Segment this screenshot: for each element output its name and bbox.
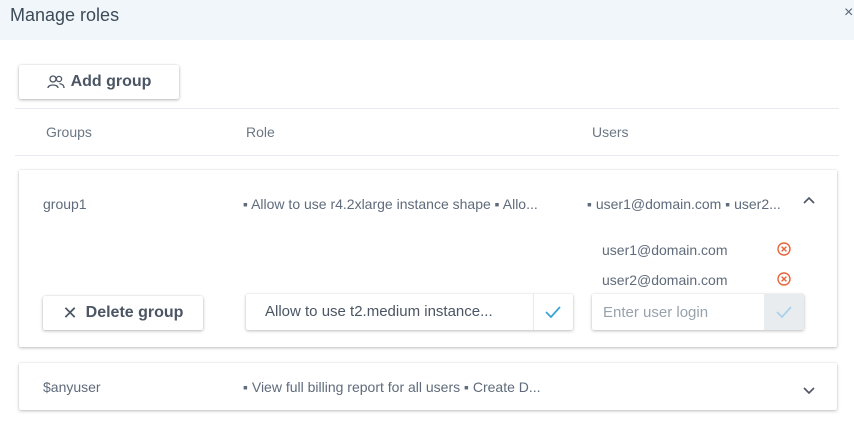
delete-group-button[interactable]: ✕ Delete group xyxy=(43,296,203,330)
add-group-label: Add group xyxy=(70,73,152,90)
close-icon: ✕ xyxy=(62,302,78,323)
check-icon xyxy=(776,306,792,318)
user-login-field xyxy=(592,294,804,330)
role-select[interactable]: Allow to use t2.medium instance... xyxy=(246,294,573,330)
user-email: user2@domain.com xyxy=(602,272,728,288)
remove-user-icon[interactable] xyxy=(777,272,791,286)
confirm-role-button[interactable] xyxy=(533,294,573,330)
user-login-input[interactable] xyxy=(592,294,764,330)
chevron-up-icon[interactable] xyxy=(801,192,817,208)
close-icon[interactable]: × xyxy=(844,4,853,22)
role-select-value[interactable]: Allow to use t2.medium instance... xyxy=(265,303,515,320)
group-card-group1: group1 ▪ Allow to use r4.2xlarge instanc… xyxy=(19,170,837,347)
group-name[interactable]: group1 xyxy=(43,196,87,212)
dialog-title: Manage roles xyxy=(10,5,120,25)
column-header-users: Users xyxy=(592,124,629,140)
add-group-button[interactable]: Add group xyxy=(19,65,179,99)
dialog-header: Manage roles × xyxy=(0,0,854,40)
divider xyxy=(15,155,839,156)
chevron-down-icon[interactable] xyxy=(801,383,817,399)
users-icon xyxy=(46,75,65,89)
group-roles-summary: ▪ Allow to use r4.2xlarge instance shape… xyxy=(243,196,538,212)
group-roles-summary: ▪ View full billing report for all users… xyxy=(243,379,541,395)
column-header-groups: Groups xyxy=(46,124,92,140)
user-email: user1@domain.com xyxy=(602,242,728,258)
column-header-role: Role xyxy=(246,124,275,140)
remove-user-icon[interactable] xyxy=(777,242,791,256)
add-user-button[interactable] xyxy=(764,294,804,330)
group-card-anyuser[interactable]: $anyuser ▪ View full billing report for … xyxy=(19,363,837,410)
group-name[interactable]: $anyuser xyxy=(43,379,101,395)
divider xyxy=(15,108,839,109)
check-icon xyxy=(545,306,561,318)
group-users-summary: ▪ user1@domain.com ▪ user2... xyxy=(587,196,781,212)
delete-group-label: Delete group xyxy=(85,304,184,321)
